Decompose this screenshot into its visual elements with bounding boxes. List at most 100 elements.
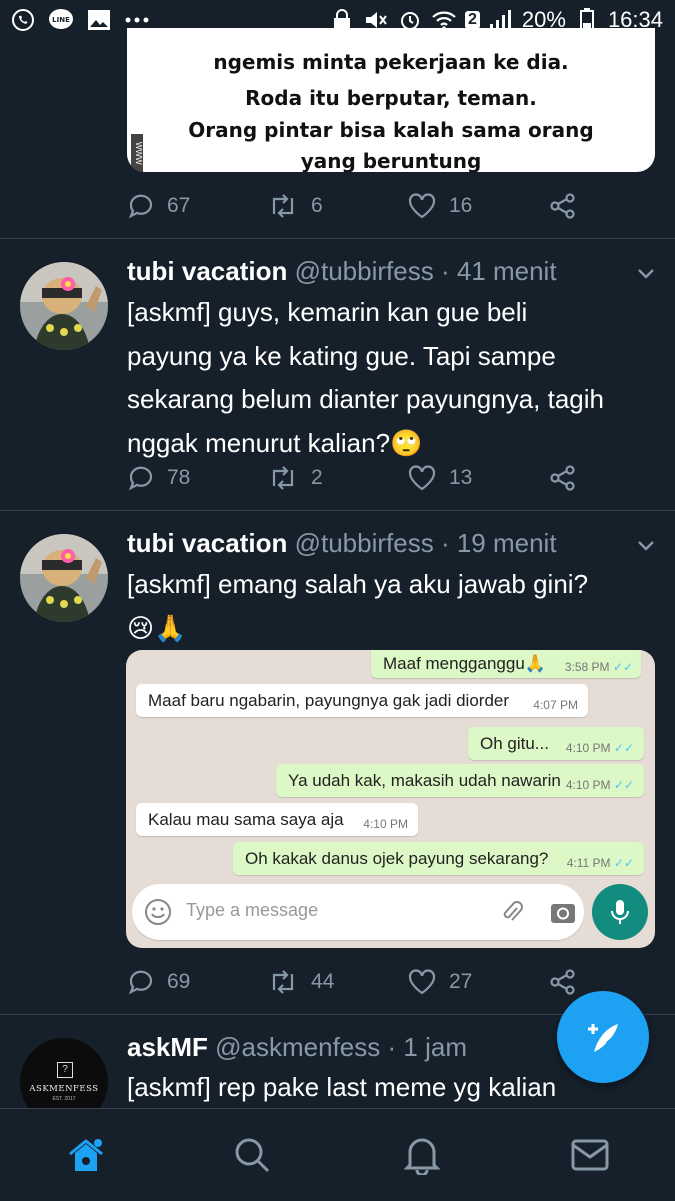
heart-icon bbox=[408, 969, 436, 995]
nav-home[interactable] bbox=[62, 1131, 110, 1179]
heart-icon bbox=[408, 465, 436, 491]
retweet-button[interactable]: 6 bbox=[267, 186, 323, 226]
whatsapp-icon bbox=[10, 7, 36, 33]
chat-message-out: Oh kakak danus ojek payung sekarang? 4:1… bbox=[233, 842, 644, 875]
tweet-actions: 69 44 27 bbox=[127, 962, 647, 1002]
tweet-text-line: [askmf] emang salah ya aku jawab gini? bbox=[127, 569, 589, 599]
chat-time: 4:07 PM bbox=[533, 698, 578, 712]
message-input[interactable]: Type a message bbox=[132, 884, 584, 940]
handle[interactable]: @tubbirfess bbox=[295, 528, 434, 558]
divider bbox=[0, 510, 675, 511]
attach-icon[interactable] bbox=[498, 898, 526, 926]
avatar-logo-text: ASKMENFESS bbox=[29, 1084, 99, 1094]
tweet-text: [askmf] rep pake last meme yg kalian bbox=[127, 1066, 647, 1110]
bottom-navigation bbox=[0, 1108, 675, 1201]
reply-button[interactable]: 78 bbox=[127, 458, 190, 498]
compose-tweet-icon bbox=[588, 1024, 618, 1052]
share-button[interactable] bbox=[549, 186, 577, 226]
like-count: 16 bbox=[449, 194, 473, 217]
gallery-icon bbox=[86, 7, 112, 33]
like-button[interactable]: 27 bbox=[407, 962, 472, 1002]
reply-button[interactable]: 69 bbox=[127, 962, 190, 1002]
read-ticks-icon: ✓✓ bbox=[613, 741, 634, 755]
chat-time: 4:10 PM bbox=[565, 741, 611, 755]
like-count: 27 bbox=[449, 970, 473, 993]
divider bbox=[0, 238, 675, 239]
tweet-image-chat-screenshot[interactable]: Maaf mengganggu🙏 3:58 PM ✓✓ Maaf baru ng… bbox=[126, 650, 655, 948]
chat-message-text: Ya udah kak, makasih udah nawarin bbox=[288, 770, 561, 790]
chat-message-out: Oh gitu... 4:10 PM ✓✓ bbox=[468, 727, 644, 760]
share-button[interactable] bbox=[549, 962, 577, 1002]
avatar-logo-sub: EST. 2017 bbox=[52, 1096, 76, 1102]
avatar-logo-mark: ? bbox=[57, 1062, 73, 1078]
home-icon bbox=[69, 1139, 103, 1171]
sim-badge: 2 bbox=[464, 11, 480, 29]
emoji-icon[interactable] bbox=[144, 898, 172, 926]
retweet-count: 6 bbox=[311, 194, 323, 217]
tweet-text-line: [askmf] guys, kemarin kan gue beli bbox=[127, 297, 528, 327]
read-ticks-icon: ✓✓ bbox=[612, 660, 633, 674]
handle[interactable]: @askmenfess bbox=[215, 1032, 380, 1062]
chat-message-out: Ya udah kak, makasih udah nawarin 4:10 P… bbox=[276, 764, 644, 797]
messages-icon bbox=[571, 1139, 609, 1171]
retweet-count: 44 bbox=[311, 970, 335, 993]
image-text-line: yang beruntung bbox=[300, 149, 482, 172]
chevron-down-icon[interactable] bbox=[636, 264, 656, 284]
display-name[interactable]: tubi vacation bbox=[127, 256, 287, 286]
avatar[interactable] bbox=[20, 262, 108, 350]
like-button[interactable]: 16 bbox=[407, 186, 472, 226]
compose-tweet-button[interactable] bbox=[557, 991, 649, 1083]
retweet-button[interactable]: 2 bbox=[267, 458, 323, 498]
comment-icon bbox=[128, 194, 153, 219]
read-ticks-icon: ✓✓ bbox=[613, 856, 634, 870]
tweet-text: [askmf] emang salah ya aku jawab gini? 😢… bbox=[127, 563, 647, 650]
chat-message-text: Kalau mau sama saya aja bbox=[148, 809, 344, 829]
tweet-text-line: 😢🙏 bbox=[127, 612, 187, 643]
notifications-icon bbox=[404, 1138, 440, 1175]
comment-icon bbox=[128, 466, 153, 491]
share-button[interactable] bbox=[549, 458, 577, 498]
like-count: 13 bbox=[449, 466, 473, 489]
camera-icon[interactable] bbox=[548, 897, 578, 927]
nav-search[interactable] bbox=[228, 1131, 276, 1179]
tweet-header: askMF @askmenfess · 1 jam bbox=[127, 1032, 467, 1063]
tweet-image[interactable]: ngemis minta pekerjaan ke dia. Roda itu … bbox=[127, 28, 655, 172]
retweet-icon bbox=[272, 970, 294, 994]
timestamp: · 19 menit bbox=[440, 528, 557, 558]
tweet-actions: 78 2 13 bbox=[127, 458, 647, 498]
timestamp: · 1 jam bbox=[387, 1032, 467, 1062]
reply-count: 78 bbox=[167, 466, 191, 489]
chevron-down-icon[interactable] bbox=[636, 536, 656, 556]
handle[interactable]: @tubbirfess bbox=[295, 256, 434, 286]
message-placeholder: Type a message bbox=[186, 900, 319, 920]
chat-message-text: Maaf mengganggu🙏 bbox=[383, 654, 546, 673]
display-name[interactable]: askMF bbox=[127, 1032, 208, 1062]
like-button[interactable]: 13 bbox=[407, 458, 472, 498]
image-watermark: WWW bbox=[131, 134, 143, 172]
share-icon bbox=[550, 969, 575, 995]
tweet-header: tubi vacation @tubbirfess · 41 menit bbox=[127, 256, 557, 287]
image-text-line: Orang pintar bisa kalah sama orang bbox=[188, 118, 594, 142]
avatar[interactable] bbox=[20, 534, 108, 622]
voice-record-button[interactable] bbox=[592, 884, 648, 940]
retweet-icon bbox=[272, 466, 294, 490]
reply-button[interactable]: 67 bbox=[127, 186, 190, 226]
retweet-button[interactable]: 44 bbox=[267, 962, 334, 1002]
display-name[interactable]: tubi vacation bbox=[127, 528, 287, 558]
tweet-text: [askmf] guys, kemarin kan gue beli payun… bbox=[127, 291, 647, 465]
nav-notifications[interactable] bbox=[398, 1131, 446, 1179]
nav-messages[interactable] bbox=[566, 1131, 614, 1179]
chat-message-text: Maaf baru ngabarin, payungnya gak jadi d… bbox=[148, 690, 510, 710]
chat-message-in: Kalau mau sama saya aja 4:10 PM bbox=[136, 803, 418, 836]
chat-time: 4:10 PM bbox=[363, 817, 408, 831]
line-app-icon: LINE bbox=[48, 7, 74, 33]
comment-icon bbox=[128, 970, 153, 995]
image-text-line: ngemis minta pekerjaan ke dia. bbox=[213, 50, 569, 74]
chat-message-in: Maaf baru ngabarin, payungnya gak jadi d… bbox=[136, 684, 588, 717]
timestamp: · 41 menit bbox=[440, 256, 557, 286]
chat-time: 3:58 PM bbox=[564, 660, 610, 674]
reply-count: 67 bbox=[167, 194, 191, 217]
reply-count: 69 bbox=[167, 970, 191, 993]
svg-text:LINE: LINE bbox=[52, 16, 70, 24]
retweet-icon bbox=[272, 194, 294, 218]
